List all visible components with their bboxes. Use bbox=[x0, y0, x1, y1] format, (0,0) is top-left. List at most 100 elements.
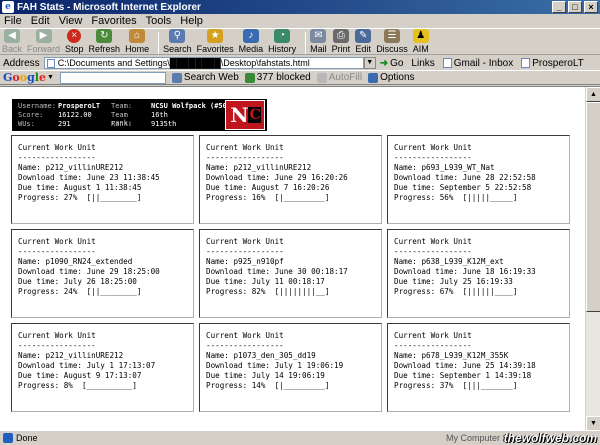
work-unit-due-time-label: Due time: bbox=[18, 371, 64, 380]
work-unit-progress-value: 82% bbox=[251, 287, 266, 296]
vertical-scrollbar[interactable]: ▲ ▼ bbox=[585, 87, 600, 431]
google-logo[interactable]: Google bbox=[3, 71, 46, 84]
minimize-button[interactable]: _ bbox=[552, 1, 566, 13]
menu-tools[interactable]: Tools bbox=[146, 15, 172, 27]
rank-value: 9135th bbox=[151, 120, 177, 128]
scroll-thumb[interactable] bbox=[586, 102, 600, 312]
print-icon: ⎙ bbox=[332, 29, 349, 43]
menu-view[interactable]: View bbox=[59, 15, 83, 27]
options-label: Options bbox=[380, 72, 415, 83]
work-unit-progress-value: 8% bbox=[63, 381, 73, 390]
work-unit-name-value: p925_n910pf bbox=[233, 257, 284, 266]
work-unit-card: Current Work Unit ----------------- Name: … bbox=[387, 229, 570, 318]
work-unit-progress-value: 24% bbox=[63, 287, 78, 296]
work-unit-progress: Progress: 37% [|||_______] bbox=[394, 381, 569, 391]
google-logo-letter: G bbox=[3, 71, 13, 84]
aim-button[interactable]: ♟ AIM bbox=[412, 29, 429, 54]
media-button[interactable]: ♪ Media bbox=[239, 29, 263, 54]
google-search-input[interactable] bbox=[59, 71, 166, 84]
forward-label: Forward bbox=[27, 44, 61, 54]
work-unit-due-time-label: Due time: bbox=[394, 371, 440, 380]
close-button[interactable]: × bbox=[584, 1, 598, 13]
work-unit-download-time-label: Download time: bbox=[394, 267, 463, 276]
options-button[interactable]: Options bbox=[368, 72, 415, 83]
search-button[interactable]: ⚲ Search bbox=[163, 29, 192, 54]
scroll-down-button[interactable]: ▼ bbox=[586, 416, 600, 431]
work-unit-name-label: Name: bbox=[394, 163, 422, 172]
work-unit-header: Current Work Unit bbox=[18, 237, 96, 246]
work-unit-progress-label: Progress: bbox=[394, 287, 440, 296]
work-unit-name: Name: p693_L939_WT_Nat bbox=[394, 163, 569, 173]
link-prosperolt[interactable]: ProsperoLT bbox=[521, 58, 584, 69]
work-unit-progress-label: Progress: bbox=[206, 193, 252, 202]
link-gmail-inbox[interactable]: Gmail - Inbox bbox=[442, 58, 513, 69]
search-web-button[interactable]: Search Web bbox=[171, 72, 239, 83]
refresh-button[interactable]: ↻ Refresh bbox=[89, 29, 120, 54]
work-unit-name-label: Name: bbox=[206, 351, 234, 360]
stop-button[interactable]: × Stop bbox=[65, 29, 84, 54]
progress-bar-text: [__________] bbox=[82, 381, 137, 390]
work-unit-header: Current Work Unit bbox=[206, 237, 284, 246]
menu-edit[interactable]: Edit bbox=[31, 15, 50, 27]
menu-favorites[interactable]: Favorites bbox=[91, 15, 136, 27]
mail-button[interactable]: ✉ Mail bbox=[310, 29, 327, 54]
address-dropdown-button[interactable]: ▼ bbox=[363, 57, 376, 69]
favorites-button[interactable]: ★ Favorites bbox=[197, 29, 234, 54]
work-unit-due-time: Due time: July 25 16:19:33 bbox=[394, 277, 569, 287]
work-unit-name-label: Name: bbox=[18, 163, 46, 172]
work-unit-name-value: p1090_RN24_extended bbox=[45, 257, 133, 266]
work-unit-name-value: p678_L939_K12M_355K bbox=[421, 351, 509, 360]
work-unit-card: Current Work Unit ----------------- Name: … bbox=[11, 229, 194, 318]
history-icon: ◔ bbox=[274, 29, 291, 43]
history-button[interactable]: ◔ History bbox=[268, 29, 296, 54]
go-button[interactable]: ➜ Go bbox=[380, 58, 404, 69]
menu-help[interactable]: Help bbox=[180, 15, 203, 27]
home-label: Home bbox=[125, 44, 150, 54]
team-label: Team: bbox=[111, 102, 133, 110]
print-button[interactable]: ⎙ Print bbox=[331, 29, 351, 54]
work-unit-name: Name: p678_L939_K12M_355K bbox=[394, 351, 569, 361]
google-logo-letter: e bbox=[38, 71, 46, 84]
work-unit-due-time-label: Due time: bbox=[18, 277, 64, 286]
work-unit-progress-label: Progress: bbox=[206, 381, 252, 390]
edit-button[interactable]: ✎ Edit bbox=[355, 29, 372, 54]
discuss-button[interactable]: ☰ Discuss bbox=[376, 29, 408, 54]
discuss-label: Discuss bbox=[376, 44, 408, 54]
work-unit-download-time-label: Download time: bbox=[206, 173, 275, 182]
logo-letter-c: C bbox=[247, 107, 261, 123]
popup-blocker-button[interactable]: 377 blocked bbox=[244, 72, 311, 83]
work-unit-name-value: p638_L939_K12M_ext bbox=[421, 257, 504, 266]
back-button[interactable]: ◀ Back bbox=[2, 29, 22, 54]
watermark: thewolfweb.com bbox=[503, 431, 597, 445]
scroll-up-button[interactable]: ▲ bbox=[586, 87, 600, 102]
work-unit-download-time: Download time: June 29 16:20:26 bbox=[206, 173, 381, 183]
maximize-button[interactable]: □ bbox=[568, 1, 582, 13]
home-button[interactable]: ⌂ Home bbox=[125, 29, 149, 54]
print-label: Print bbox=[331, 44, 351, 54]
work-unit-progress-value: 56% bbox=[439, 193, 454, 202]
progress-bar-text: [|_________] bbox=[274, 193, 330, 202]
work-unit-due-time-value: July 25 16:19:33 bbox=[439, 277, 513, 286]
work-unit-download-time: Download time: July 1 19:06:19 bbox=[206, 361, 381, 371]
work-unit-rule: ----------------- bbox=[18, 153, 96, 162]
google-toolbar: Google ▼ Search Web 377 blocked AutoFill… bbox=[0, 70, 600, 85]
work-unit-name: Name: p925_n910pf bbox=[206, 257, 381, 267]
aim-label: AIM bbox=[412, 44, 429, 54]
work-unit-progress-value: 27% bbox=[63, 193, 78, 202]
progress-bar-text: [|||_______] bbox=[462, 381, 518, 390]
work-unit-download-time-label: Download time: bbox=[18, 173, 87, 182]
work-unit-rule: ----------------- bbox=[394, 153, 472, 162]
back-arrow-icon: ◀ bbox=[4, 29, 20, 43]
search-web-label: Search Web bbox=[183, 72, 239, 83]
status-bar: Done My Computer thewolfweb.com bbox=[0, 430, 600, 445]
work-unit-rule: ----------------- bbox=[18, 247, 96, 256]
menu-file[interactable]: File bbox=[4, 15, 22, 27]
autofill-button[interactable]: AutoFill bbox=[316, 72, 362, 83]
work-unit-due-time: Due time: July 14 19:06:19 bbox=[206, 371, 381, 381]
chevron-down-icon[interactable]: ▼ bbox=[47, 74, 54, 81]
stats-banner: Username: ProsperoLT Team: NCSU Wolfpack… bbox=[12, 99, 267, 131]
forward-button[interactable]: ▶ Forward bbox=[27, 29, 60, 54]
address-input[interactable]: C:\Documents and Settings\████████\Deskt… bbox=[43, 57, 364, 69]
menu-bar: File Edit View Favorites Tools Help bbox=[0, 14, 600, 29]
username-label: Username: bbox=[18, 102, 56, 110]
